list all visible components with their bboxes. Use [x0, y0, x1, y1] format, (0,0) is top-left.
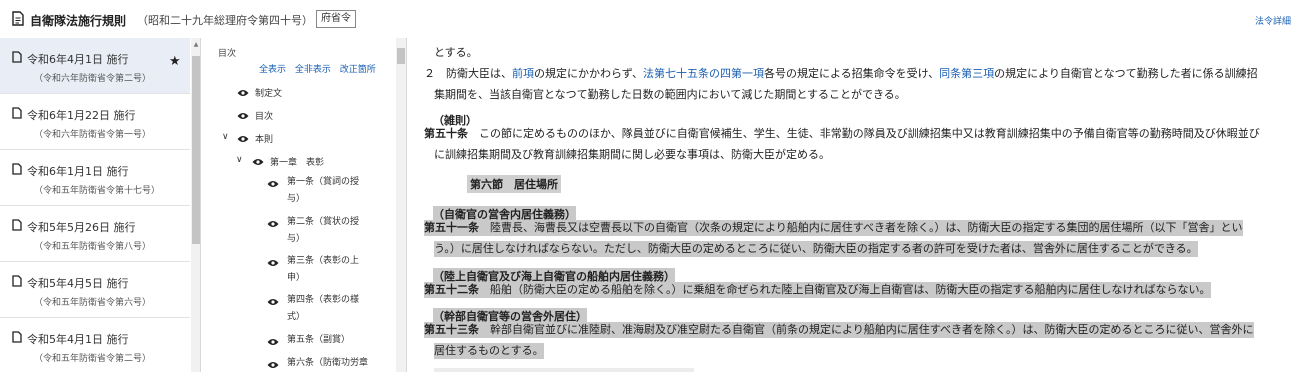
revision-date: 令和6年1月22日 施行 — [27, 109, 136, 122]
paragraph-2: ２ 防衛大臣は、前項の規定にかかわらず、法第七十五条の四第一項各号の規定による招… — [424, 66, 1258, 82]
body-line: 居住するものとする。 — [434, 343, 544, 359]
law-body: とする。 ２ 防衛大臣は、前項の規定にかかわらず、法第七十五条の四第一項各号の規… — [407, 38, 1300, 372]
reference-link[interactable]: 前項 — [512, 67, 534, 80]
chevron-down-icon[interactable]: ∨ — [222, 132, 229, 142]
law-number: （昭和二十九年総理府令第四十号） — [137, 14, 313, 27]
revision-list: 令和6年4月1日 施行 （令和六年防衛省令第二号） ★ 令和6年1月22日 施行… — [0, 38, 201, 372]
reference-link[interactable]: 同条第三項 — [939, 67, 994, 80]
toc-controls: 全表示 全非表示 改正箇所 — [259, 62, 382, 75]
eye-icon[interactable] — [267, 220, 279, 228]
revision-item[interactable]: 令和6年1月1日 施行 （令和五年防衛省令第十七号） — [0, 150, 190, 206]
revision-item[interactable]: 令和5年4月5日 施行 （令和五年防衛省令第六号） — [0, 262, 190, 318]
revision-item[interactable]: 令和6年1月22日 施行 （令和六年防衛省令第一号） — [0, 94, 190, 150]
revision-item[interactable]: 令和5年4月1日 施行 （令和五年防衛省令第二号） — [0, 318, 190, 372]
toc-label: 目次 — [218, 49, 237, 59]
toc-item-label: 第一章 表彰 — [270, 158, 325, 168]
article-number: 第五十条 — [424, 127, 468, 140]
toc-item-article-5[interactable]: 第五条（副賞） — [287, 332, 387, 349]
body-text: 陸曹長、海曹長又は空曹長以下の自衛官（次条の規定により船舶内に居住すべき者を除く… — [490, 221, 1243, 234]
revision-date: 令和5年4月1日 施行 — [27, 333, 129, 346]
body-line: に訓練招集期間及び教育訓練招集期間に関し必要な事項は、防衛大臣が定める。 — [434, 148, 830, 161]
scrollbar-thumb[interactable] — [192, 56, 200, 244]
toc-item-article-3[interactable]: 第三条（表彰の上申） — [287, 253, 367, 287]
revision-date: 令和6年1月1日 施行 — [27, 165, 129, 178]
article-number: 第五十三条 — [424, 323, 479, 336]
eye-icon[interactable] — [237, 135, 249, 143]
revision-date: 令和6年4月1日 施行 — [27, 53, 129, 66]
document-icon — [12, 11, 24, 26]
toc-item-article-2[interactable]: 第二条（賞状の授与） — [287, 214, 367, 248]
body-line: 集期間を、当該自衛官となつて勤務した日数の範囲内において減じた期間とすることがで… — [434, 88, 906, 101]
paragraph-number: ２ — [424, 67, 435, 80]
revision-scrollbar[interactable]: ▲ — [191, 38, 200, 372]
toc-item-article-1[interactable]: 第一条（賞詞の授与） — [287, 174, 367, 208]
eye-icon[interactable] — [267, 361, 279, 369]
body-line: う。）に居住しなければならない。ただし、防衛大臣の定めるところに従い、防衛大臣の… — [434, 241, 1198, 257]
toc-item-chapter-1[interactable]: 第一章 表彰 — [252, 155, 324, 168]
body-text: 防衛大臣は、 — [446, 67, 512, 80]
toc-panel: 目次 全表示 全非表示 改正箇所 制定文 目次 ∨ 本則 ∨ 第一章 表彰 第一… — [201, 38, 407, 372]
hide-all-link[interactable]: 全非表示 — [295, 65, 331, 75]
law-detail-link[interactable]: 法令詳細 — [1255, 14, 1291, 27]
page-header: 自衛隊法施行規則 （昭和二十九年総理府令第四十号） 府省令 法令詳細 — [0, 0, 1300, 38]
clipped-line — [434, 368, 694, 372]
toc-item-article-6[interactable]: 第六条（防衛功労章 — [287, 355, 387, 372]
article-number: 第五十二条 — [424, 283, 479, 296]
revision-number: （令和五年防衛省令第八号） — [34, 242, 152, 252]
eye-icon[interactable] — [267, 298, 279, 306]
revision-item[interactable]: 令和6年4月1日 施行 （令和六年防衛省令第二号） ★ — [0, 38, 190, 94]
law-type-badge: 府省令 — [316, 10, 356, 28]
eye-icon[interactable] — [267, 259, 279, 267]
revision-number: （令和五年防衛省令第二号） — [34, 354, 152, 364]
body-text: の規定にかかわらず、 — [534, 67, 644, 80]
article-51: 第五十一条 陸曹長、海曹長又は空曹長以下の自衛官（次条の規定により船舶内に居住す… — [424, 220, 1243, 236]
toc-item-enact[interactable]: 制定文 — [237, 86, 282, 99]
revision-date: 令和5年5月26日 施行 — [27, 221, 136, 234]
document-icon — [12, 107, 22, 119]
article-number: 第五十一条 — [424, 221, 479, 234]
chevron-down-icon[interactable]: ∨ — [236, 155, 243, 165]
body-text: この節に定めるもののほか、隊員並びに自衛官候補生、学生、生徒、非常勤の隊員及び訓… — [479, 127, 1260, 140]
reference-link[interactable]: 法第七十五条の四第一項 — [643, 67, 764, 80]
article-52: 第五十二条 船舶（防衛大臣の定める船舶を除く。）に乗組を命ぜられた陸上自衛官及び… — [424, 282, 1211, 298]
document-icon — [12, 331, 22, 343]
amendments-link[interactable]: 改正箇所 — [340, 65, 376, 75]
toc-item-label: 本則 — [255, 135, 274, 145]
document-icon — [12, 51, 22, 63]
toc-item-article-4[interactable]: 第四条（表彰の様式） — [287, 292, 367, 326]
revision-number: （令和五年防衛省令第十七号） — [34, 186, 161, 196]
revision-date: 令和5年4月5日 施行 — [27, 277, 129, 290]
scroll-up-icon[interactable]: ▲ — [191, 41, 200, 48]
law-title: 自衛隊法施行規則 — [30, 14, 127, 28]
section-heading: 第六節 居住場所 — [467, 175, 561, 193]
toc-item-contents[interactable]: 目次 — [237, 109, 273, 122]
toc-item-label: 目次 — [255, 112, 274, 122]
document-icon — [12, 275, 22, 287]
toc-scrollbar[interactable] — [396, 38, 406, 372]
body-text: 船舶（防衛大臣の定める船舶を除く。）に乗組を命ぜられた陸上自衛官及び海上自衛官は… — [490, 283, 1211, 296]
body-text: 各号の規定による招集命令を受け、 — [764, 67, 940, 80]
revision-number: （令和六年防衛省令第二号） — [34, 74, 152, 84]
revision-number: （令和五年防衛省令第六号） — [34, 298, 152, 308]
scrollbar-thumb[interactable] — [397, 48, 405, 64]
eye-icon[interactable] — [252, 158, 264, 166]
revision-item[interactable]: 令和5年5月26日 施行 （令和五年防衛省令第八号） — [0, 206, 190, 262]
article-53: 第五十三条 幹部自衛官並びに准陸尉、准海尉及び准空尉たる自衛官（前条の規定により… — [424, 322, 1254, 338]
revision-number: （令和六年防衛省令第一号） — [34, 130, 152, 140]
show-all-link[interactable]: 全表示 — [259, 65, 286, 75]
article-50: 第五十条 この節に定めるもののほか、隊員並びに自衛官候補生、学生、生徒、非常勤の… — [424, 126, 1260, 142]
body-text: の規定により自衛官となつて勤務した者に係る訓練招 — [994, 67, 1258, 80]
eye-icon[interactable] — [237, 112, 249, 120]
star-icon: ★ — [169, 54, 181, 69]
body-text: 幹部自衛官並びに准陸尉、准海尉及び准空尉たる自衛官（前条の規定により船舶内に居住… — [490, 323, 1254, 336]
toc-item-label: 制定文 — [255, 89, 283, 99]
eye-icon[interactable] — [267, 338, 279, 346]
document-icon — [12, 219, 22, 231]
toc-item-main[interactable]: 本則 — [237, 132, 273, 145]
eye-icon[interactable] — [267, 180, 279, 188]
document-icon — [12, 163, 22, 175]
body-line: とする。 — [434, 46, 478, 59]
eye-icon[interactable] — [237, 89, 249, 97]
